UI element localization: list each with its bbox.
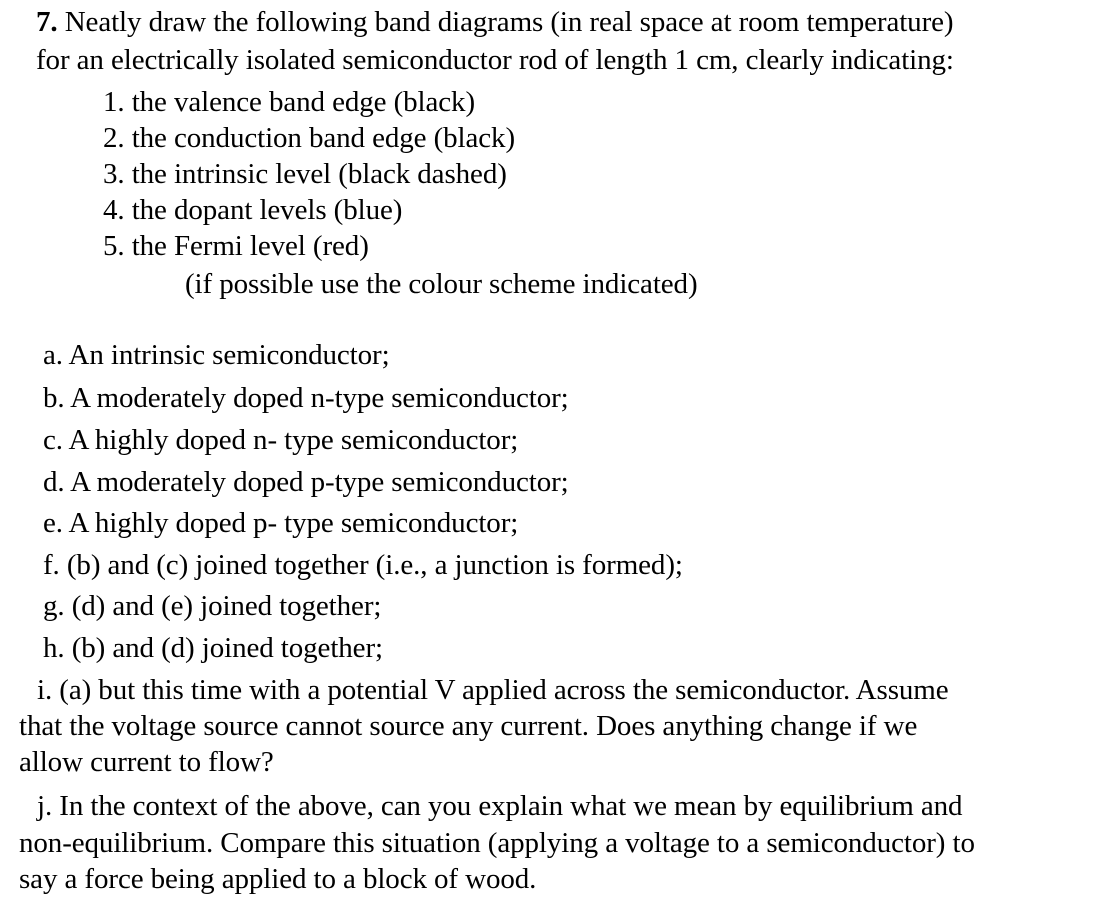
part-i-line: that the voltage source cannot source an…	[19, 710, 918, 742]
part-i-line: i. (a) but this time with a potential V …	[37, 674, 949, 706]
indicator-item: 1. the valence band edge (black)	[103, 86, 476, 118]
part-f: f. (b) and (c) joined together (i.e., a …	[43, 549, 683, 581]
indicator-item: 3. the intrinsic level (black dashed)	[103, 158, 507, 190]
part-j-line: say a force being applied to a block of …	[19, 863, 537, 895]
part-c: c. A highly doped n- type semiconductor;	[43, 424, 519, 456]
question-number: 7.	[36, 6, 58, 38]
part-b: b. A moderately doped n-type semiconduct…	[43, 382, 569, 414]
part-g: g. (d) and (e) joined together;	[43, 590, 382, 622]
part-a: a. An intrinsic semiconductor;	[43, 339, 390, 371]
colour-scheme-note: (if possible use the colour scheme indic…	[185, 268, 698, 300]
part-e: e. A highly doped p- type semiconductor;	[43, 507, 519, 539]
indicator-item: 2. the conduction band edge (black)	[103, 122, 516, 154]
question-heading-line-1: 7. Neatly draw the following band diagra…	[36, 6, 954, 38]
question-intro-text: Neatly draw the following band diagrams …	[64, 6, 954, 38]
indicator-item: 4. the dopant levels (blue)	[103, 194, 403, 226]
part-j-line: non-equilibrium. Compare this situation …	[19, 827, 975, 859]
part-j-line: j. In the context of the above, can you …	[37, 790, 963, 822]
question-heading-line-2: for an electrically isolated semiconduct…	[36, 44, 954, 76]
part-i-line: allow current to flow?	[19, 746, 274, 778]
indicator-item: 5. the Fermi level (red)	[103, 230, 369, 262]
part-d: d. A moderately doped p-type semiconduct…	[43, 466, 569, 498]
part-h: h. (b) and (d) joined together;	[43, 632, 383, 664]
